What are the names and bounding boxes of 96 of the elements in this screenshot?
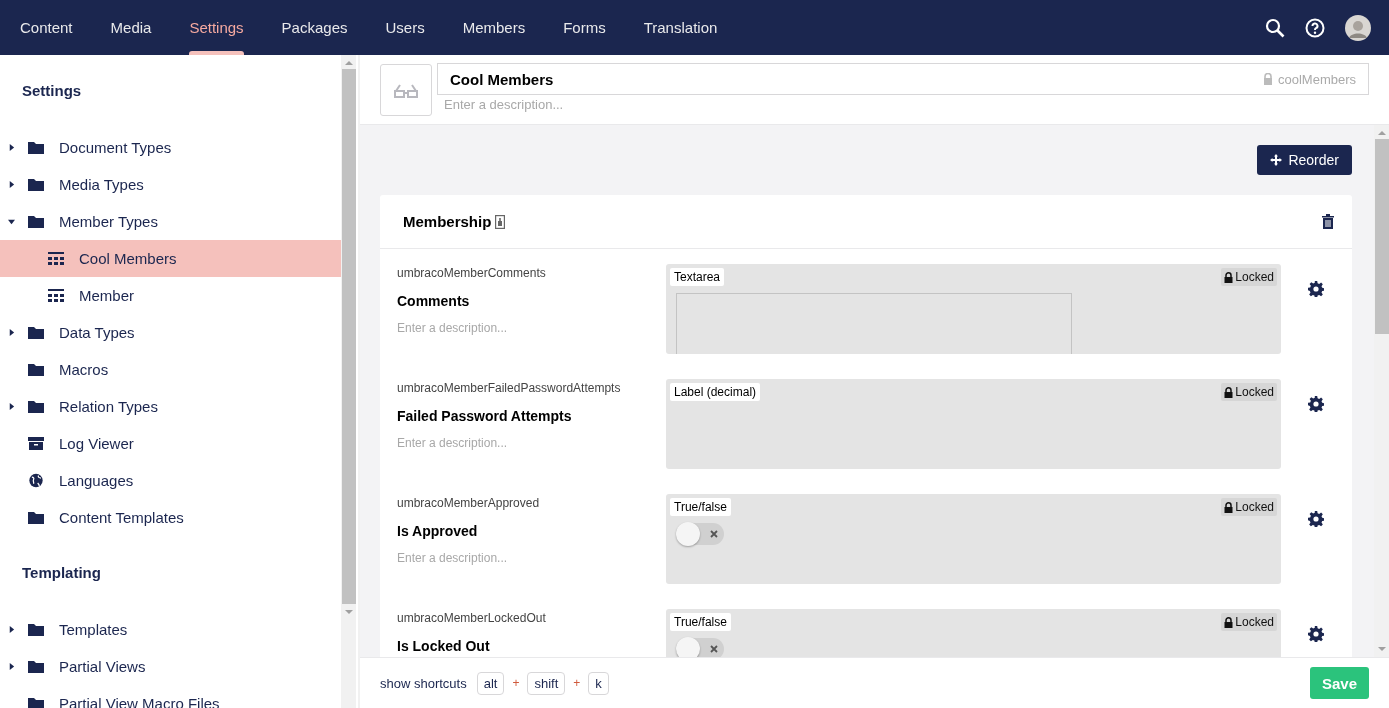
section-title: Settings bbox=[21, 81, 83, 101]
editor-name: Label (decimal) bbox=[670, 383, 761, 401]
keyboard-key: alt bbox=[476, 671, 505, 695]
settings-icon[interactable] bbox=[1308, 511, 1324, 527]
tree-item[interactable]: Log Viewer bbox=[0, 425, 341, 462]
caret-icon[interactable] bbox=[8, 144, 15, 151]
search-icon[interactable] bbox=[1265, 17, 1285, 38]
locked-badge: Locked bbox=[1221, 498, 1277, 516]
editor-name: True/false bbox=[670, 613, 731, 631]
archive-icon bbox=[27, 436, 45, 451]
nav-tab[interactable]: Content bbox=[1, 0, 92, 55]
tree-item[interactable]: Media Types bbox=[0, 166, 341, 203]
caret-icon[interactable] bbox=[8, 663, 15, 670]
nav-tab[interactable]: Members bbox=[443, 0, 545, 55]
description-field[interactable]: Enter a description... bbox=[397, 551, 597, 565]
alias-text: coolMembers bbox=[1277, 71, 1356, 87]
tree-item[interactable]: Templates bbox=[0, 611, 341, 648]
folder-icon bbox=[27, 325, 45, 340]
tree-item[interactable]: Partial Views bbox=[0, 648, 341, 685]
keyboard-key: k bbox=[588, 671, 609, 695]
property-alias: umbracoMemberLockedOut bbox=[397, 611, 547, 625]
reorder-button[interactable]: Reorder bbox=[1257, 145, 1352, 175]
nav-tab[interactable]: Media bbox=[91, 0, 171, 55]
settings-icon[interactable] bbox=[1308, 626, 1324, 642]
folder-icon bbox=[27, 362, 45, 377]
tree-item[interactable]: Languages bbox=[0, 462, 341, 499]
nav-tab[interactable]: Packages bbox=[262, 0, 367, 55]
settings-icon[interactable] bbox=[1308, 396, 1324, 412]
move-icon bbox=[1270, 154, 1283, 166]
nav-tab[interactable]: Translation bbox=[624, 0, 737, 55]
editor-preview[interactable]: Textarea Locked bbox=[666, 264, 1281, 354]
locked-badge: Locked bbox=[1221, 268, 1277, 286]
editor-name: True/false bbox=[670, 498, 731, 516]
group-title[interactable]: Membership bbox=[403, 213, 492, 230]
caret-icon[interactable] bbox=[8, 626, 15, 633]
editor-name: Textarea bbox=[670, 268, 725, 286]
tree-item[interactable]: Content Templates bbox=[0, 499, 341, 536]
folder-icon bbox=[27, 140, 45, 155]
tree-item[interactable]: Data Types bbox=[0, 314, 341, 351]
editor-preview[interactable]: Label (decimal) Locked bbox=[666, 379, 1281, 469]
folder-icon bbox=[27, 696, 45, 708]
tree-item[interactable]: Cool Members bbox=[0, 240, 341, 277]
tree-item[interactable]: Member bbox=[0, 277, 341, 314]
lock-icon bbox=[1224, 616, 1234, 628]
plus-sign: + bbox=[512, 676, 520, 690]
trash-icon[interactable] bbox=[1322, 214, 1334, 229]
name-field[interactable]: Cool Members coolMembers bbox=[437, 63, 1369, 95]
scrollbar[interactable] bbox=[341, 55, 356, 708]
tree-item[interactable]: Member Types bbox=[0, 203, 341, 240]
description-field[interactable]: Enter a description... bbox=[397, 436, 597, 450]
show-shortcuts-link[interactable]: show shortcuts bbox=[380, 675, 467, 691]
lock-icon bbox=[1224, 271, 1234, 283]
tree-item[interactable]: Document Types bbox=[0, 129, 341, 166]
lock-icon bbox=[1224, 386, 1234, 398]
lock-icon bbox=[1224, 501, 1234, 513]
cross-icon bbox=[710, 645, 718, 653]
editor-preview[interactable]: True/false Locked bbox=[666, 494, 1281, 584]
property-label[interactable]: Comments bbox=[397, 293, 666, 309]
caret-icon[interactable] bbox=[8, 218, 15, 225]
locked-badge: Locked bbox=[1221, 383, 1277, 401]
property-label[interactable]: Is Approved bbox=[397, 523, 666, 539]
document-icon bbox=[495, 214, 506, 229]
property-alias: umbracoMemberComments bbox=[397, 266, 547, 280]
folder-icon bbox=[27, 659, 45, 674]
settings-icon[interactable] bbox=[1308, 281, 1324, 297]
help-icon[interactable] bbox=[1305, 17, 1325, 38]
property-alias: umbracoMemberFailedPasswordAttempts bbox=[397, 381, 622, 395]
caret-icon[interactable] bbox=[8, 403, 15, 410]
grid-icon bbox=[47, 251, 65, 266]
section-title: Templating bbox=[21, 563, 102, 583]
property-label[interactable]: Is Locked Out bbox=[397, 638, 666, 654]
locked-badge: Locked bbox=[1221, 613, 1277, 631]
plus-sign: + bbox=[573, 676, 581, 690]
description-field[interactable]: Enter a description... bbox=[437, 95, 751, 114]
nav-tab[interactable]: Users bbox=[366, 0, 444, 55]
tree-item[interactable]: Relation Types bbox=[0, 388, 341, 425]
nav-tab[interactable]: Settings bbox=[170, 0, 263, 55]
scrollbar[interactable] bbox=[1374, 125, 1389, 657]
tree-item[interactable]: Macros bbox=[0, 351, 341, 388]
property-label[interactable]: Failed Password Attempts bbox=[397, 408, 666, 424]
caret-icon[interactable] bbox=[8, 181, 15, 188]
caret-icon[interactable] bbox=[8, 329, 15, 336]
folder-icon bbox=[27, 399, 45, 414]
cross-icon bbox=[710, 530, 718, 538]
keyboard-key: shift bbox=[527, 671, 566, 695]
property-alias: umbracoMemberApproved bbox=[397, 496, 541, 510]
nav-tab[interactable]: Forms bbox=[544, 0, 625, 55]
grid-icon bbox=[47, 288, 65, 303]
avatar[interactable] bbox=[1345, 14, 1371, 41]
folder-icon bbox=[27, 510, 45, 525]
folder-icon bbox=[27, 177, 45, 192]
editor-preview[interactable]: True/false Locked bbox=[666, 609, 1281, 657]
globe-icon bbox=[27, 473, 45, 488]
folder-icon bbox=[27, 214, 45, 229]
folder-icon bbox=[27, 622, 45, 637]
description-field[interactable]: Enter a description... bbox=[397, 321, 597, 335]
